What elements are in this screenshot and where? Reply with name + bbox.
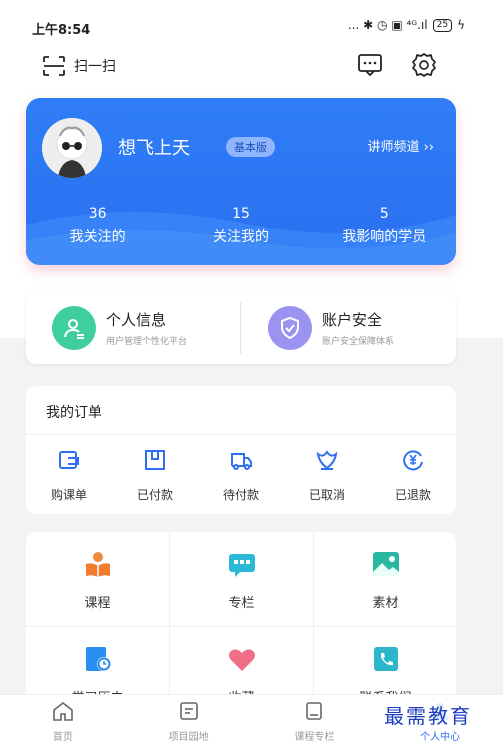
grid-label: 课程: [84, 596, 111, 611]
grid-label: 素材: [372, 596, 399, 611]
tab-label: 项目园地: [168, 732, 209, 743]
order-label: 待付款: [222, 488, 259, 502]
grid-item-course[interactable]: 课程: [26, 532, 169, 626]
grid-item-material[interactable]: 素材: [314, 532, 456, 626]
column-icon: [228, 554, 255, 577]
status-indicators: ... ✱ ◷ ▣ ⁴ᴳ.ıl: [347, 18, 428, 32]
stat-number: 15: [232, 206, 250, 222]
tab-label: 首页: [52, 732, 73, 743]
tab-home[interactable]: 首页: [0, 695, 126, 745]
username: 想飞上天: [118, 138, 190, 159]
profile-stats: 36 我关注的 15 关注我的 5 我影响的学员: [26, 206, 456, 246]
order-cart[interactable]: 购课单: [26, 448, 112, 503]
yen-refund-icon: [403, 450, 423, 471]
shield-icon: [268, 306, 312, 350]
cart-icon: [59, 451, 79, 469]
top-bar: 扫一扫: [0, 45, 503, 87]
personal-info-subtitle: 用户管理个性化平台: [106, 337, 188, 347]
project-icon: [179, 702, 198, 720]
stat-number: 36: [88, 206, 107, 222]
orders-card: 我的订单 购课单 已付款 待付款 已取消 已退款: [26, 386, 456, 514]
tab-projects[interactable]: 项目园地: [126, 695, 252, 745]
personal-info-icon: [52, 306, 96, 350]
material-icon: [372, 552, 399, 576]
course-icon: [85, 552, 110, 577]
divider: [240, 302, 241, 354]
tab-label: 个人中心: [420, 732, 461, 743]
profile-card[interactable]: 想飞上天 基本版 讲师频道 ›› 36 我关注的 15 关注我的 5 我影响的学…: [26, 98, 456, 265]
version-badge: 基本版: [226, 137, 275, 157]
grid-label: 专栏: [228, 596, 255, 611]
info-card: 个人信息 用户管理个性化平台 账户安全 账户安全保障体系: [26, 292, 456, 364]
package-icon: [145, 450, 165, 470]
order-cancelled[interactable]: 已取消: [284, 448, 370, 503]
watermark-logo: 最需教育: [380, 700, 476, 729]
battery-icon: 25: [432, 18, 453, 32]
course-column-icon: [306, 702, 323, 720]
status-time: 上午8:54: [32, 23, 91, 38]
scan-icon: [43, 56, 65, 76]
message-icon[interactable]: [357, 53, 383, 77]
stat-number: 5: [379, 206, 389, 222]
tab-label: 课程专栏: [294, 732, 335, 743]
stat-following[interactable]: 36 我关注的: [26, 206, 169, 246]
charging-icon: ϟ: [457, 18, 465, 32]
order-label: 已取消: [308, 488, 345, 502]
order-label: 已付款: [136, 488, 173, 502]
order-pending[interactable]: 待付款: [198, 448, 284, 503]
grid-item-favorites[interactable]: 收藏: [170, 627, 313, 702]
account-security-title: 账户安全: [322, 311, 383, 329]
lecturer-channel-link[interactable]: 讲师频道 ››: [367, 136, 434, 155]
truck-icon: [231, 453, 252, 470]
phone-icon: [373, 647, 398, 671]
personal-info-title: 个人信息: [106, 311, 167, 329]
order-label: 购课单: [50, 488, 87, 502]
divider: [26, 434, 456, 435]
order-paid[interactable]: 已付款: [112, 448, 198, 503]
grid-item-column[interactable]: 专栏: [170, 532, 313, 626]
order-status-list: 购课单 已付款 待付款 已取消 已退款: [26, 448, 456, 503]
tab-course-column[interactable]: 课程专栏: [252, 695, 378, 745]
stat-influenced-students[interactable]: 5 我影响的学员: [313, 206, 456, 246]
stat-followers[interactable]: 15 关注我的: [169, 206, 312, 246]
account-security-subtitle: 账户安全保障体系: [322, 337, 395, 347]
order-refunded[interactable]: 已退款: [370, 448, 456, 503]
stat-label: 我关注的: [69, 229, 126, 245]
gear-icon[interactable]: [411, 52, 437, 78]
status-icons: ... ✱ ◷ ▣ ⁴ᴳ.ıl 25 ϟ: [348, 18, 465, 32]
scan-label: 扫一扫: [74, 59, 116, 75]
avatar[interactable]: [42, 118, 102, 178]
account-security-button[interactable]: 账户安全 账户安全保障体系: [268, 306, 394, 350]
grid-item-contact[interactable]: 联系我们: [314, 627, 456, 702]
orders-title: 我的订单: [46, 405, 102, 421]
cancel-icon: [316, 450, 338, 470]
order-label: 已退款: [394, 488, 431, 502]
heart-icon: [228, 649, 255, 671]
grid-item-history[interactable]: 学习历史: [26, 627, 169, 702]
personal-info-button[interactable]: 个人信息 用户管理个性化平台: [52, 306, 187, 350]
scan-button[interactable]: 扫一扫: [42, 55, 116, 77]
status-bar: 上午8:54 ... ✱ ◷ ▣ ⁴ᴳ.ıl 25 ϟ: [0, 0, 503, 40]
stat-label: 关注我的: [212, 229, 269, 245]
feature-grid: 课程 专栏 素材 学习历史 收藏: [26, 532, 456, 702]
home-icon: [53, 701, 73, 721]
stat-label: 我影响的学员: [342, 229, 427, 245]
history-icon: [85, 647, 111, 671]
